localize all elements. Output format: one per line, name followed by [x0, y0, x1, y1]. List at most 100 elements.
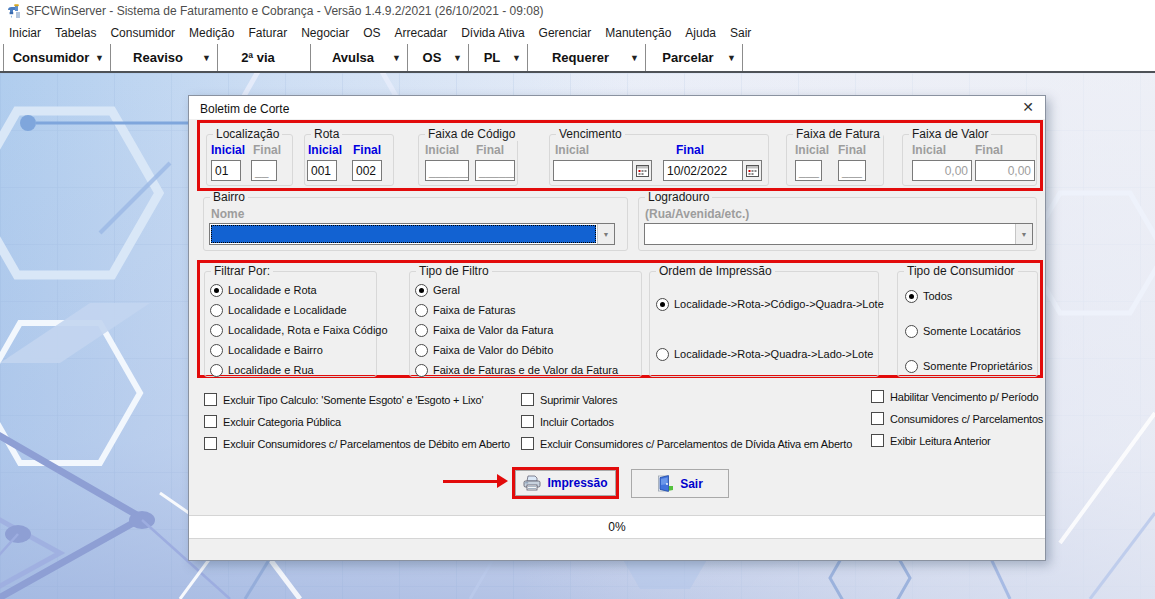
menu-item-negociar[interactable]: Negociar — [294, 26, 356, 40]
group-bairro: Bairro Nome ▼ — [203, 197, 628, 251]
label-inicial: Inicial — [795, 143, 829, 157]
radio-selected-icon — [656, 298, 669, 311]
radio-faixa-de-valor-do-debito[interactable]: Faixa de Valor do Débito — [415, 343, 641, 357]
radio-label: Faixa de Valor da Fatura — [433, 324, 553, 336]
checkbox-excluir-consumidores-c-parcelamentos-de-divida-ativa-em-aberto[interactable]: Excluir Consumidores c/ Parcelamentos de… — [521, 436, 852, 451]
chevron-down-icon[interactable]: ▼ — [392, 53, 401, 63]
group-legend: Faixa de Código — [425, 128, 518, 141]
checkbox-excluir-tipo-calculo-somente-esgoto-e-esgoto-lixo[interactable]: Excluir Tipo Calculo: 'Somente Esgoto' e… — [204, 392, 510, 407]
checkbox-suprimir-valores[interactable]: Suprimir Valores — [521, 392, 852, 407]
toolbar-button-avulsa[interactable]: Avulsa▼ — [310, 44, 407, 71]
radio-faixa-de-valor-da-fatura[interactable]: Faixa de Valor da Fatura — [415, 323, 641, 337]
group-logradouro: Logradouro (Rua/Avenida/etc.) ▼ — [638, 197, 1037, 251]
radio-localidade-rota-e-faixa-codigo[interactable]: Localidade, Rota e Faixa Código — [210, 323, 376, 337]
checkbox-unchecked-icon — [871, 434, 884, 447]
toolbar: Consumidor▼Reaviso▼2ª viaAvulsa▼OS▼PL▼Re… — [0, 44, 1155, 73]
checkbox-exibir-leitura-anterior[interactable]: Exibir Leitura Anterior — [871, 433, 1043, 448]
checkbox-excluir-consumidores-c-parcelamentos-de-debito-em-aberto[interactable]: Excluir Consumidores c/ Parcelamentos de… — [204, 436, 510, 451]
print-button-label: Impressão — [547, 476, 607, 490]
checkbox-unchecked-icon — [521, 415, 534, 428]
annotation-arrow-head — [497, 474, 508, 488]
toolbar-button-os[interactable]: OS▼ — [407, 44, 468, 71]
chevron-down-icon[interactable]: ▼ — [202, 53, 211, 63]
close-icon[interactable]: ✕ — [1022, 99, 1034, 115]
radio-geral[interactable]: Geral — [415, 283, 641, 297]
valor-final-input[interactable]: 0,00 — [975, 160, 1035, 181]
menu-item-arrecadar[interactable]: Arrecadar — [388, 26, 455, 40]
checkbox-consumidores-c-parcelamentos[interactable]: Consumidores c/ Parcelamentos — [871, 411, 1043, 426]
radio-localidade-e-bairro[interactable]: Localidade e Bairro — [210, 343, 376, 357]
checkbox-unchecked-icon — [521, 393, 534, 406]
toolbar-button-consumidor[interactable]: Consumidor▼ — [3, 44, 110, 71]
radio-localidade-e-localidade[interactable]: Localidade e Localidade — [210, 303, 376, 317]
print-button[interactable]: Impressão — [515, 470, 616, 496]
menu-item-consumidor[interactable]: Consumidor — [103, 26, 182, 40]
group-legend: Localização — [213, 128, 282, 141]
logradouro-combobox[interactable]: ▼ — [644, 223, 1033, 245]
radio-localidade-rota-codigo-quadra-lote[interactable]: Localidade->Rota->Código->Quadra->Lote — [656, 297, 878, 311]
localizacao-inicial-input[interactable]: 01 — [211, 160, 241, 181]
chevron-down-icon[interactable]: ▼ — [630, 53, 639, 63]
radio-somente-proprietarios[interactable]: Somente Proprietários — [905, 359, 1037, 373]
calendar-button[interactable] — [743, 160, 762, 181]
checkbox-excluir-categoria-publica[interactable]: Excluir Categoria Pública — [204, 414, 510, 429]
chevron-down-icon[interactable]: ▼ — [727, 53, 736, 63]
toolbar-button-parcelar[interactable]: Parcelar▼ — [645, 44, 742, 71]
boletim-de-corte-dialog: Boletim de Corte ✕ Localização Inicial F… — [188, 95, 1046, 561]
rota-inicial-input[interactable]: 001 — [307, 160, 337, 181]
bairro-combobox[interactable]: ▼ — [209, 223, 615, 245]
menu-item-ajuda[interactable]: Ajuda — [678, 26, 723, 40]
menu-item-faturar[interactable]: Faturar — [241, 26, 294, 40]
radio-todos[interactable]: Todos — [905, 289, 1037, 303]
toolbar-button-requerer[interactable]: Requerer▼ — [527, 44, 645, 71]
calendar-button[interactable] — [633, 160, 652, 181]
label-final: Final — [353, 143, 381, 157]
label-final: Final — [975, 143, 1003, 157]
fatura-inicial-input[interactable]: ___ — [795, 160, 822, 181]
chevron-down-icon[interactable]: ▼ — [512, 53, 521, 63]
chevron-down-icon[interactable]: ▼ — [453, 53, 462, 63]
radio-localidade-e-rua[interactable]: Localidade e Rua — [210, 363, 376, 377]
calendar-icon — [636, 165, 649, 177]
radio-unselected-icon — [415, 344, 428, 357]
menu-item-divida-ativa[interactable]: Dívida Ativa — [454, 26, 531, 40]
radio-unselected-icon — [210, 364, 223, 377]
codigo-final-input[interactable]: ______ — [475, 160, 515, 181]
radio-localidade-rota-quadra-lado-lote[interactable]: Localidade->Rota->Quadra->Lado->Lote — [656, 347, 878, 361]
radio-faixa-de-faturas[interactable]: Faixa de Faturas — [415, 303, 641, 317]
menu-item-sair[interactable]: Sair — [723, 26, 758, 40]
toolbar-button-pl[interactable]: PL▼ — [468, 44, 527, 71]
codigo-inicial-input[interactable]: ______ — [425, 160, 469, 181]
menu-item-tabelas[interactable]: Tabelas — [48, 26, 103, 40]
toolbar-button-reaviso[interactable]: Reaviso▼ — [110, 44, 217, 71]
valor-inicial-input[interactable]: 0,00 — [912, 160, 972, 181]
label-inicial: Inicial — [308, 143, 342, 157]
checkbox-label: Excluir Tipo Calculo: 'Somente Esgoto' e… — [223, 394, 483, 406]
rota-final-input[interactable]: 002 — [352, 160, 382, 181]
dialog-titlebar[interactable]: Boletim de Corte ✕ — [189, 96, 1045, 119]
toolbar-button-2-via[interactable]: 2ª via — [217, 44, 310, 71]
chevron-down-icon[interactable]: ▼ — [95, 53, 104, 63]
menu-item-os[interactable]: OS — [356, 26, 387, 40]
radio-label: Localidade e Localidade — [228, 304, 347, 316]
menu-item-manutencao[interactable]: Manutenção — [598, 26, 678, 40]
menu-item-medicao[interactable]: Medição — [182, 26, 241, 40]
radio-localidade-e-rota[interactable]: Localidade e Rota — [210, 283, 376, 297]
vencimento-final-input[interactable]: 10/02/2022 — [663, 160, 743, 181]
checkbox-column-3: Habilitar Vencimento p/ Período Consumido… — [871, 389, 1043, 455]
exit-button[interactable]: Sair — [631, 469, 729, 498]
chevron-down-icon[interactable]: ▼ — [597, 224, 614, 244]
radio-faixa-de-faturas-e-de-valor-da-fatura[interactable]: Faixa de Faturas e de Valor da Fatura — [415, 363, 641, 377]
radio-selected-icon — [905, 290, 918, 303]
radio-label: Faixa de Faturas — [433, 304, 516, 316]
vencimento-inicial-input[interactable] — [553, 160, 633, 181]
checkbox-habilitar-vencimento-p-periodo[interactable]: Habilitar Vencimento p/ Período — [871, 389, 1043, 404]
menu-item-gerenciar[interactable]: Gerenciar — [532, 26, 599, 40]
fatura-final-input[interactable]: ___ — [838, 160, 866, 181]
radio-somente-locatarios[interactable]: Somente Locatários — [905, 324, 1037, 338]
group-legend: Vencimento — [556, 128, 625, 141]
menu-item-iniciar[interactable]: Iniciar — [2, 26, 48, 40]
localizacao-final-input[interactable]: __ — [251, 160, 277, 181]
chevron-down-icon[interactable]: ▼ — [1015, 224, 1032, 244]
checkbox-incluir-cortados[interactable]: Incluir Cortados — [521, 414, 852, 429]
